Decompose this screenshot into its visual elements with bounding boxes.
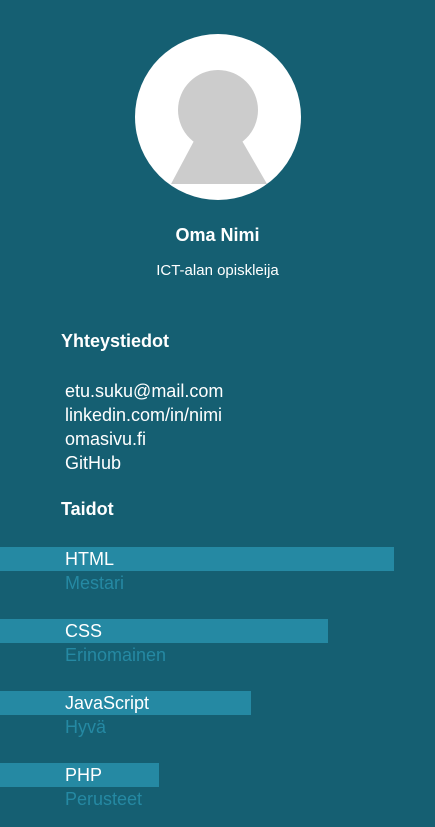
skill-level: Erinomainen: [65, 645, 167, 665]
skill-name: HTML: [65, 549, 114, 569]
profile-role: ICT-alan opiskleija: [156, 262, 279, 279]
contact-linkedin: linkedin.com/in/nimi: [65, 403, 223, 427]
skill-bar: [0, 547, 394, 571]
contact-section-title: Yhteystiedot: [61, 331, 170, 351]
contact-website: omasivu.fi: [65, 427, 223, 451]
skill-level: Mestari: [65, 573, 125, 593]
website-link[interactable]: omasivu.fi: [65, 429, 146, 449]
contact-email: etu.suku@mail.com: [65, 379, 223, 403]
skill-name: CSS: [65, 621, 103, 641]
skill-html: HTML Mestari: [0, 547, 435, 597]
github-link[interactable]: GitHub: [65, 453, 121, 473]
skill-bar: [0, 619, 328, 643]
email-link[interactable]: etu.suku@mail.com: [65, 381, 223, 401]
skill-php: PHP Perusteet: [0, 763, 435, 813]
contact-github: GitHub: [65, 451, 223, 475]
skill-name: PHP: [65, 765, 103, 785]
profile-name: Oma Nimi: [175, 225, 260, 245]
skill-level: Hyvä: [65, 717, 107, 737]
skill-level: Perusteet: [65, 789, 143, 809]
linkedin-link[interactable]: linkedin.com/in/nimi: [65, 405, 222, 425]
skill-css: CSS Erinomainen: [0, 619, 435, 669]
skills-section-title: Taidot: [61, 499, 114, 519]
skill-name: JavaScript: [65, 693, 150, 713]
profile-avatar: [135, 34, 301, 200]
user-placeholder-icon: [171, 70, 267, 184]
contact-list: etu.suku@mail.com linkedin.com/in/nimi o…: [65, 379, 223, 475]
skill-javascript: JavaScript Hyvä: [0, 691, 435, 741]
